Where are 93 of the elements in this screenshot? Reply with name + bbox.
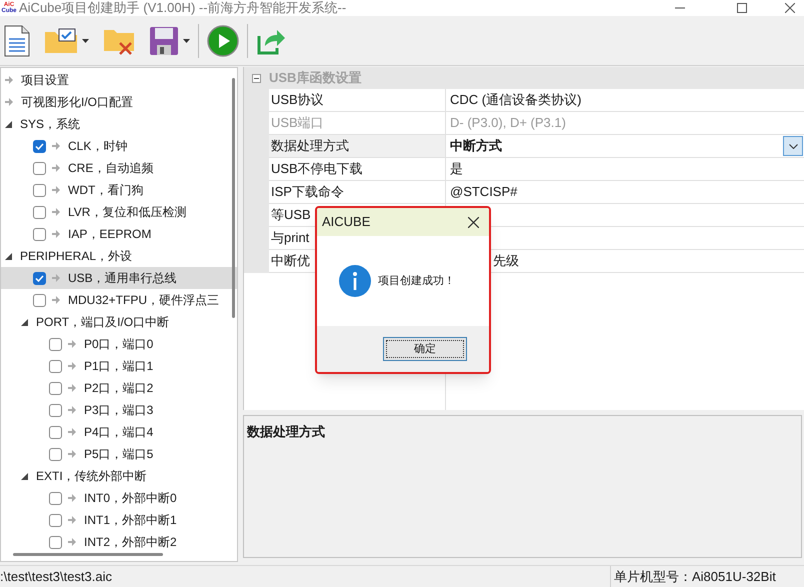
arrow-icon: [52, 296, 60, 304]
checkbox[interactable]: [33, 162, 46, 174]
description-title: 数据处理方式: [247, 424, 325, 439]
arrow-icon: [68, 406, 76, 414]
expander-icon[interactable]: [21, 318, 28, 326]
ok-button[interactable]: 确定: [383, 337, 467, 361]
checkbox[interactable]: [49, 404, 62, 416]
dialog-title: AICUBE: [322, 213, 370, 232]
checkbox[interactable]: [33, 228, 46, 240]
property-value[interactable]: @STCISP#: [450, 182, 518, 202]
scrollbar[interactable]: [232, 78, 235, 318]
arrow-icon: [5, 98, 13, 106]
dialog-message: 项目创建成功！: [378, 274, 455, 289]
checkmark-icon: [35, 274, 44, 282]
arrow-icon: [68, 494, 76, 502]
tree-item[interactable]: SYS，系统: [1, 113, 237, 135]
property-value[interactable]: 是: [450, 159, 463, 179]
checkbox[interactable]: [49, 426, 62, 438]
arrow-icon: [52, 164, 60, 172]
arrow-icon: [68, 516, 76, 524]
minimize-icon[interactable]: [675, 7, 685, 9]
checkbox[interactable]: [33, 184, 46, 196]
close-icon[interactable]: [785, 3, 795, 13]
expander-icon[interactable]: [21, 472, 28, 480]
tree-item[interactable]: INT1，外部中断1: [1, 509, 237, 531]
property-name[interactable]: USB协议: [269, 89, 446, 112]
maximize-icon[interactable]: [737, 3, 747, 13]
arrow-icon: [68, 428, 76, 436]
tree-item[interactable]: P4口，端口4: [1, 421, 237, 443]
arrow-icon: [68, 384, 76, 392]
arrow-icon: [5, 76, 13, 84]
tree-item[interactable]: PORT，端口及I/O口中断: [1, 311, 237, 333]
category-title: USB库函数设置: [269, 69, 362, 88]
tree-item[interactable]: USB，通用串行总线: [1, 267, 237, 289]
arrow-icon: [68, 362, 76, 370]
arrow-icon: [68, 538, 76, 546]
chevron-down-icon: [788, 144, 798, 148]
checkbox[interactable]: [33, 140, 46, 152]
tree-item[interactable]: P0口，端口0: [1, 333, 237, 355]
document-icon[interactable]: [4, 24, 30, 56]
dropdown-button[interactable]: [783, 136, 803, 156]
arrow-icon: [52, 274, 60, 282]
arrow-icon: [52, 186, 60, 194]
file-path: :\test\test3\test3.aic: [0, 568, 112, 586]
checkbox[interactable]: [49, 514, 62, 526]
caret-icon[interactable]: [82, 38, 89, 42]
tree-item[interactable]: LVR，复位和低压检测: [1, 201, 237, 223]
window-title: AiCube项目创建助手 (V1.00H) --前海方舟智能开发系统--: [19, 0, 346, 18]
tree-item[interactable]: WDT，看门狗: [1, 179, 237, 201]
collapse-icon[interactable]: [252, 74, 261, 82]
property-name[interactable]: 数据处理方式: [269, 135, 446, 158]
arrow-icon: [68, 450, 76, 458]
tree-item[interactable]: EXTI，传统外部中断: [1, 465, 237, 487]
folder-check-icon[interactable]: [44, 28, 78, 54]
checkbox[interactable]: [49, 382, 62, 394]
tree-item[interactable]: CRE，自动追频: [1, 157, 237, 179]
property-value[interactable]: 先级: [493, 251, 519, 271]
tree-item[interactable]: MDU32+TFPU，硬件浮点三: [1, 289, 237, 311]
expander-icon[interactable]: [5, 120, 12, 128]
tree-item[interactable]: 项目设置: [1, 69, 237, 91]
checkbox[interactable]: [33, 294, 46, 306]
play-icon[interactable]: [207, 24, 239, 56]
tree-item[interactable]: P3口，端口3: [1, 399, 237, 421]
checkbox[interactable]: [33, 272, 46, 284]
scrollbar[interactable]: [13, 553, 163, 556]
tree-item[interactable]: INT0，外部中断0: [1, 487, 237, 509]
arrow-icon: [52, 230, 60, 238]
checkbox[interactable]: [49, 536, 62, 548]
checkbox[interactable]: [33, 206, 46, 218]
checkbox[interactable]: [49, 492, 62, 504]
tree-item[interactable]: P2口，端口2: [1, 377, 237, 399]
chip-model: 单片机型号：Ai8051U-32Bit: [614, 568, 776, 586]
property-name[interactable]: ISP下载命令: [269, 181, 446, 204]
arrow-icon: [52, 142, 60, 150]
checkbox[interactable]: [49, 338, 62, 350]
info-icon: [339, 265, 371, 297]
tree-item[interactable]: 可视图形化I/O口配置: [1, 91, 237, 113]
checkbox[interactable]: [49, 360, 62, 372]
tree-item[interactable]: INT2，外部中断2: [1, 531, 237, 553]
arrow-icon: [68, 340, 76, 348]
expander-icon[interactable]: [5, 252, 12, 260]
tree-item[interactable]: IAP，EEPROM: [1, 223, 237, 245]
close-icon[interactable]: [468, 216, 479, 228]
tree-item[interactable]: P5口，端口5: [1, 443, 237, 465]
property-value[interactable]: 中断方式: [450, 136, 502, 156]
property-name[interactable]: USB不停电下载: [269, 158, 446, 181]
checkmark-icon: [35, 142, 44, 150]
tree-item[interactable]: P1口，端口1: [1, 355, 237, 377]
caret-icon[interactable]: [183, 38, 190, 42]
tree-item[interactable]: CLK，时钟: [1, 135, 237, 157]
checkbox[interactable]: [49, 448, 62, 460]
arrow-icon: [52, 208, 60, 216]
tree-item[interactable]: PERIPHERAL，外设: [1, 245, 237, 267]
